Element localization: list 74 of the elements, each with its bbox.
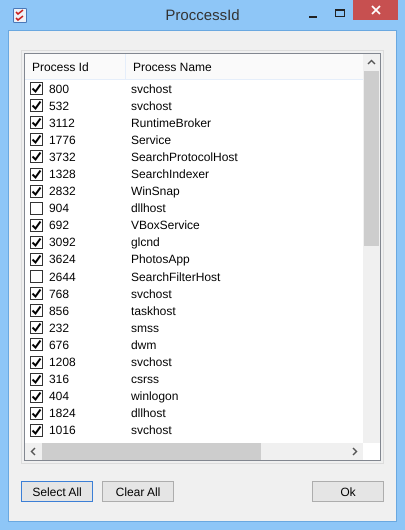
checkbox[interactable] bbox=[30, 270, 43, 284]
window-title: ProccessId bbox=[165, 6, 240, 24]
checkbox[interactable] bbox=[30, 218, 43, 232]
table-cell: svchost bbox=[131, 355, 172, 370]
table-cell: dllhost bbox=[131, 406, 166, 420]
table-cell: 532 bbox=[49, 98, 70, 113]
table-cell: 768 bbox=[49, 286, 70, 301]
table-cell: 1208 bbox=[49, 355, 76, 370]
table-cell: RuntimeBroker bbox=[131, 116, 212, 130]
horizontal-scrollbar[interactable] bbox=[25, 443, 363, 460]
table-cell: svchost bbox=[131, 98, 172, 113]
checkbox[interactable] bbox=[30, 133, 43, 146]
table-cell: 692 bbox=[49, 218, 70, 232]
checkbox[interactable] bbox=[30, 99, 43, 112]
checkbox[interactable] bbox=[30, 424, 43, 437]
vertical-scrollbar[interactable] bbox=[363, 54, 380, 443]
table-cell: smss bbox=[131, 320, 159, 335]
column-header[interactable]: Process Id bbox=[25, 54, 126, 79]
checkbox[interactable] bbox=[30, 236, 43, 249]
table-cell: 856 bbox=[49, 304, 70, 318]
table-cell: svchost bbox=[131, 286, 172, 301]
table-cell: svchost bbox=[131, 423, 172, 438]
table-cell: glcnd bbox=[131, 235, 160, 250]
checkbox[interactable] bbox=[30, 184, 43, 198]
checkbox[interactable] bbox=[30, 116, 43, 130]
checkbox[interactable] bbox=[30, 304, 43, 318]
checkbox[interactable] bbox=[30, 168, 43, 181]
table-cell: 316 bbox=[49, 372, 70, 386]
table-cell: 1016 bbox=[49, 423, 76, 438]
table-cell: 1776 bbox=[49, 132, 76, 147]
table-cell: dwm bbox=[131, 338, 156, 352]
table-cell: WinSnap bbox=[131, 184, 180, 198]
table-cell: taskhost bbox=[131, 304, 176, 318]
table-cell: 1328 bbox=[49, 167, 76, 182]
table-cell: 2832 bbox=[49, 184, 76, 198]
table-cell: SearchProtocolHost bbox=[131, 150, 238, 164]
table-cell: SearchFilterHost bbox=[131, 270, 220, 284]
table-cell: 404 bbox=[49, 389, 70, 404]
checkbox[interactable] bbox=[30, 390, 43, 403]
checklist-icon bbox=[13, 8, 27, 22]
checkbox[interactable] bbox=[30, 150, 43, 164]
table-cell: dllhost bbox=[131, 201, 166, 216]
checkbox[interactable] bbox=[30, 321, 43, 334]
table-cell: 676 bbox=[49, 338, 70, 352]
action-button[interactable]: Ok bbox=[312, 481, 384, 502]
action-button[interactable]: Select All bbox=[21, 481, 93, 502]
table-cell: 2644 bbox=[49, 270, 76, 284]
table-cell: 800 bbox=[49, 82, 70, 96]
action-button[interactable]: Clear All bbox=[102, 481, 174, 502]
table-cell: svchost bbox=[131, 82, 172, 96]
table-cell: SearchIndexer bbox=[131, 167, 210, 182]
table-cell: csrss bbox=[131, 372, 159, 386]
table-cell: Service bbox=[131, 132, 172, 147]
table-cell: VBoxService bbox=[131, 218, 200, 232]
checkbox[interactable] bbox=[30, 372, 43, 386]
checkbox[interactable] bbox=[30, 338, 43, 352]
close-icon bbox=[370, 5, 380, 15]
table-cell: 3732 bbox=[49, 150, 76, 164]
table-cell: 3112 bbox=[49, 116, 75, 130]
checkbox[interactable] bbox=[30, 252, 43, 266]
column-header[interactable]: Process Name bbox=[126, 54, 363, 79]
checkbox[interactable] bbox=[30, 82, 43, 96]
checkbox[interactable] bbox=[30, 356, 43, 369]
table-cell: 1824 bbox=[49, 406, 76, 420]
table-cell: 904 bbox=[49, 201, 70, 216]
table-cell: 3092 bbox=[49, 235, 76, 250]
table-cell: 232 bbox=[49, 320, 70, 335]
checkbox[interactable] bbox=[30, 287, 43, 300]
table-cell: PhotosApp bbox=[131, 252, 190, 266]
checkbox[interactable] bbox=[30, 202, 43, 215]
table-cell: winlogon bbox=[131, 389, 178, 404]
close-button[interactable] bbox=[353, 0, 398, 20]
checkbox[interactable] bbox=[30, 406, 43, 420]
table-cell: 3624 bbox=[49, 252, 76, 266]
